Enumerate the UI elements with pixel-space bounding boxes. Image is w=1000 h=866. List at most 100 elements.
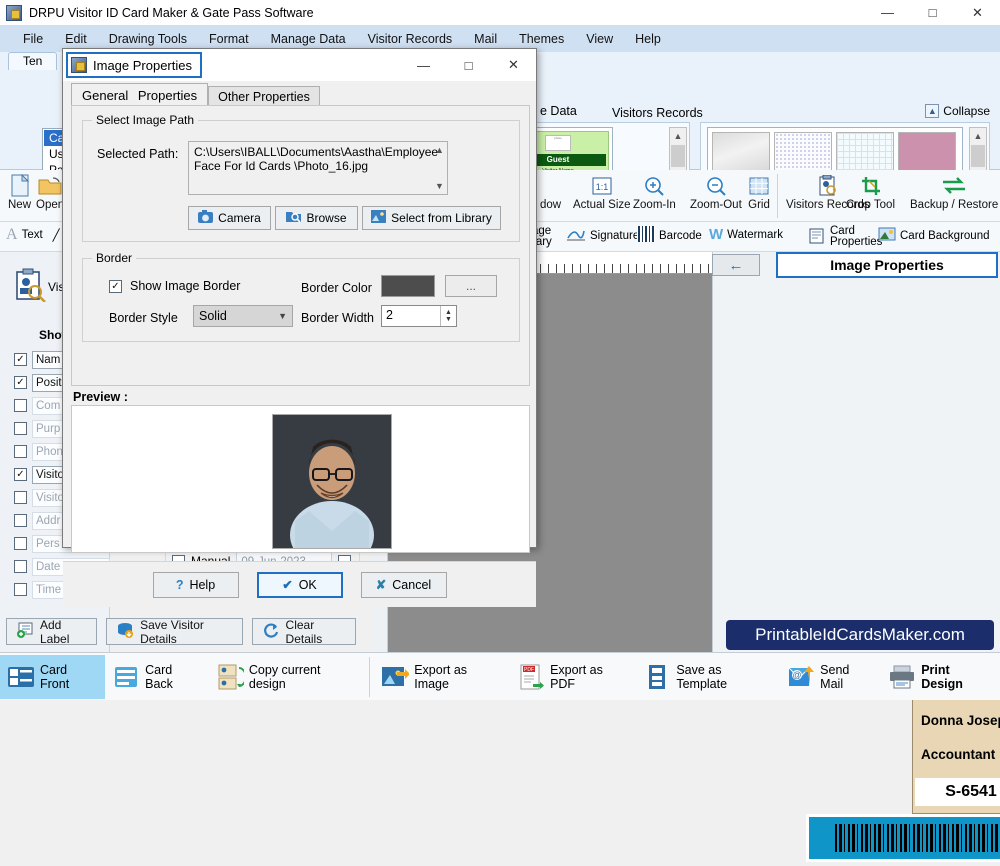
scroll-down-icon[interactable]: ▼ xyxy=(435,181,444,191)
save-visitor-details-button[interactable]: Save Visitor Details xyxy=(106,618,243,646)
menu-manage-data[interactable]: Manage Data xyxy=(260,29,357,49)
checkbox-company[interactable] xyxy=(14,399,27,412)
toolbar-card-properties-button[interactable]: Card Properties xyxy=(808,225,882,248)
crop-tool-label: Crop Tool xyxy=(846,199,896,211)
spinner-arrows-icon[interactable]: ▲ ▼ xyxy=(440,306,456,326)
border-color-picker-button[interactable]: ... xyxy=(445,275,497,297)
signature-label: Signature xyxy=(590,229,640,242)
tab-properties-label: Properties xyxy=(137,88,198,103)
toolbar-actual-size-button[interactable]: 1:1 Actual Size xyxy=(573,173,631,211)
checkbox-position[interactable]: ✓ xyxy=(14,376,27,389)
print-design-button[interactable]: Print Design xyxy=(881,655,1000,699)
check-icon: ✔ xyxy=(282,578,293,592)
card-barcode-block[interactable] xyxy=(806,814,1000,862)
card-front-button[interactable]: Card Front xyxy=(0,654,106,699)
menu-help[interactable]: Help xyxy=(624,29,672,49)
border-color-swatch[interactable] xyxy=(381,275,435,297)
ok-button[interactable]: ✔ OK xyxy=(256,571,343,598)
clear-details-button[interactable]: Clear Details xyxy=(251,618,356,646)
card-position[interactable]: Accountant xyxy=(921,747,995,762)
border-style-select[interactable]: Solid ▼ xyxy=(193,305,293,327)
card-serial[interactable]: S-6541 xyxy=(915,778,1000,806)
dialog-close-button[interactable]: ✕ xyxy=(491,49,536,81)
add-label-button[interactable]: Add Label xyxy=(6,618,98,646)
checkbox-show-image-border[interactable]: ✓ xyxy=(109,279,122,293)
checkbox-date[interactable] xyxy=(14,560,27,573)
checkbox-phone[interactable] xyxy=(14,445,27,458)
library-icon xyxy=(371,210,387,226)
toolbar-backup-restore-button[interactable]: Backup / Restore xyxy=(910,173,998,211)
toolbar-zoom-in-button[interactable]: Zoom-In xyxy=(633,173,676,211)
help-label: Help xyxy=(189,577,216,592)
scroll-up-icon[interactable]: ▲ xyxy=(970,128,986,144)
toolbar-card-background-button[interactable]: Card Background xyxy=(878,226,990,245)
path-scrollbar[interactable]: ▲ ▼ xyxy=(432,142,447,194)
checkbox-purpose[interactable] xyxy=(14,422,27,435)
toolbar-window-button[interactable]: dow xyxy=(540,173,561,211)
checkbox-name[interactable]: ✓ xyxy=(14,353,27,366)
maximize-button[interactable]: □ xyxy=(910,0,955,26)
image-properties-dialog[interactable]: Image Properties — □ ✕ General Propertie… xyxy=(62,48,537,607)
card-back-button[interactable]: Card Back xyxy=(105,655,209,699)
help-icon: ? xyxy=(175,577,184,592)
menu-visitor-records[interactable]: Visitor Records xyxy=(357,29,464,49)
dialog-minimize-button[interactable]: — xyxy=(401,49,446,81)
toolbar-crop-tool-button[interactable]: Crop Tool xyxy=(846,173,895,211)
minimize-button[interactable]: — xyxy=(865,0,910,26)
menu-themes[interactable]: Themes xyxy=(508,29,575,49)
menu-mail[interactable]: Mail xyxy=(463,29,508,49)
export-as-pdf-button[interactable]: PDF Export as PDF xyxy=(510,655,636,699)
cancel-button[interactable]: ✘ Cancel xyxy=(360,571,447,598)
grid-icon xyxy=(748,173,770,199)
camera-button[interactable]: Camera xyxy=(188,206,271,230)
scroll-thumb[interactable] xyxy=(671,145,685,167)
toolbar-zoom-out-button[interactable]: Zoom-Out xyxy=(690,173,742,211)
dialog-maximize-button[interactable]: □ xyxy=(446,49,491,81)
checkbox-person[interactable] xyxy=(14,537,27,550)
toolbar-text-button[interactable]: A Text ╱ xyxy=(6,226,60,244)
help-button[interactable]: ? Help xyxy=(152,571,239,598)
card-name[interactable]: Donna Josep xyxy=(921,713,1000,728)
copy-current-design-button[interactable]: Copy current design xyxy=(209,655,365,699)
backup-restore-icon xyxy=(941,173,967,199)
menu-edit[interactable]: Edit xyxy=(54,29,98,49)
scroll-thumb[interactable] xyxy=(971,145,985,167)
border-width-value[interactable]: 2 xyxy=(382,306,440,326)
collapse-button[interactable]: ▲ Collapse xyxy=(925,104,990,118)
browse-folder-icon xyxy=(286,210,302,226)
toolbar-grid-button[interactable]: Grid xyxy=(748,173,770,211)
export-as-image-button[interactable]: Export as Image xyxy=(374,655,510,699)
svg-text:1:1: 1:1 xyxy=(596,182,609,192)
dialog-body: Select Image Path Selected Path: C:\User… xyxy=(71,105,530,386)
close-button[interactable]: ✕ xyxy=(955,0,1000,26)
border-width-spinner[interactable]: 2 ▲ ▼ xyxy=(381,305,457,327)
toolbar-new-button[interactable]: New xyxy=(8,173,31,211)
browse-button[interactable]: Browse xyxy=(275,206,358,230)
zoom-out-label: Zoom-Out xyxy=(690,199,742,211)
menu-drawing-tools[interactable]: Drawing Tools xyxy=(98,29,198,49)
application-window: DRPU Visitor ID Card Maker & Gate Pass S… xyxy=(0,0,1000,862)
select-from-library-button[interactable]: Select from Library xyxy=(362,206,501,230)
dialog-footer: ? Help ✔ OK ✘ Cancel xyxy=(63,561,536,607)
selected-path-value[interactable]: C:\Users\IBALL\Documents\Aastha\Employee… xyxy=(188,141,448,195)
menu-view[interactable]: View xyxy=(575,29,624,49)
send-mail-button[interactable]: @ Send Mail xyxy=(780,655,881,699)
checkbox-address[interactable] xyxy=(14,514,27,527)
toolbar-signature-button[interactable]: Signature xyxy=(566,226,639,245)
toolbar-barcode-button[interactable]: Barcode xyxy=(637,226,702,245)
checkbox-visitor-no[interactable]: ✓ xyxy=(14,468,27,481)
ribbon-tab-templates[interactable]: Ten xyxy=(8,52,58,70)
menu-format[interactable]: Format xyxy=(198,29,260,49)
refresh-icon xyxy=(262,622,280,641)
toolbar-open-button[interactable]: Open xyxy=(36,173,64,211)
checkbox-time[interactable] xyxy=(14,583,27,596)
copy-current-design-label: Copy current design xyxy=(248,662,321,691)
checkbox-visitor-type[interactable] xyxy=(14,491,27,504)
back-button[interactable]: ← xyxy=(712,254,760,276)
menu-file[interactable]: File xyxy=(12,29,54,49)
save-as-template-button[interactable]: Save as Template xyxy=(636,655,780,699)
scroll-up-icon[interactable]: ▲ xyxy=(670,128,686,144)
toolbar-watermark-button[interactable]: W Watermark xyxy=(709,226,783,243)
show-image-border-option[interactable]: ✓ Show Image Border xyxy=(109,279,240,293)
scroll-up-icon[interactable]: ▲ xyxy=(435,145,444,155)
